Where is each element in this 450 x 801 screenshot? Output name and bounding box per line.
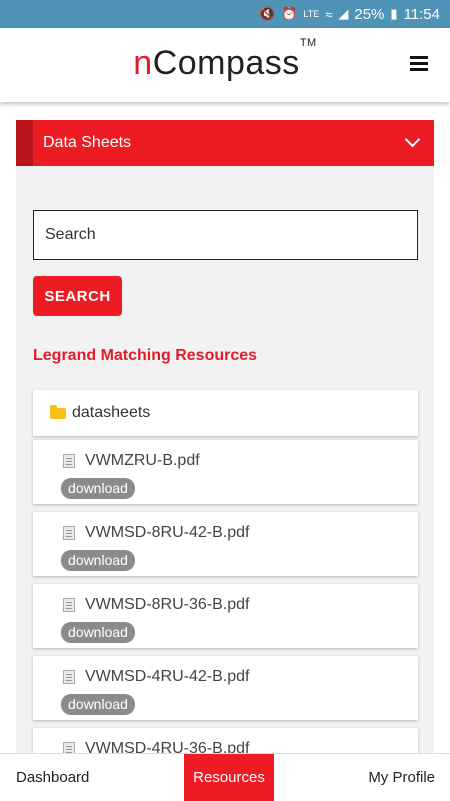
search-input[interactable] [33,210,418,260]
file-item: VWMZRU-B.pdf download [33,440,418,504]
file-item: VWMSD-8RU-42-B.pdf download [33,512,418,576]
file-name[interactable]: VWMZRU-B.pdf [85,452,200,470]
file-item: VWMSD-8RU-36-B.pdf download [33,584,418,648]
download-button[interactable]: download [61,550,135,571]
battery-percent: 25% [354,5,385,23]
download-button[interactable]: download [61,622,135,643]
pdf-file-icon [63,526,75,540]
accordion-title: Data Sheets [43,134,132,151]
chevron-down-icon[interactable] [404,131,421,148]
search-button[interactable]: SEARCH [33,276,122,316]
wifi-icon: ≈ [325,6,333,22]
clock: 11:54 [403,5,440,23]
alarm-icon: ⏰ [281,6,298,21]
pdf-file-icon [63,670,75,684]
folder-icon [50,404,66,419]
mute-icon: 🔇 [259,6,276,21]
pdf-file-icon [63,454,75,468]
file-name[interactable]: VWMSD-8RU-36-B.pdf [85,596,249,614]
bottom-navigation: Dashboard Resources My Profile [0,753,450,801]
battery-icon: ▮ [390,6,398,21]
nav-dashboard[interactable]: Dashboard [16,754,89,801]
file-name[interactable]: VWMSD-8RU-42-B.pdf [85,524,249,542]
network-type: LTE [303,9,320,19]
pdf-file-icon [63,598,75,612]
hamburger-icon[interactable] [410,56,428,71]
app-logo: nCompassTM [133,36,317,82]
section-title: Legrand Matching Resources [33,347,258,364]
nav-my-profile[interactable]: My Profile [368,754,435,801]
status-bar: 🔇 ⏰ LTE ≈ ◢ 25% ▮ 11:54 [0,0,450,28]
folder-row[interactable]: datasheets [33,390,418,436]
file-name[interactable]: VWMSD-4RU-42-B.pdf [85,668,249,686]
file-item: VWMSD-4RU-42-B.pdf download [33,656,418,720]
nav-resources[interactable]: Resources [184,754,274,801]
folder-name: datasheets [72,404,151,421]
resources-panel: Data Sheets SEARCH Legrand Matching Reso… [16,120,434,760]
download-button[interactable]: download [61,694,135,715]
download-button[interactable]: download [61,478,135,499]
signal-icon: ◢ [338,6,349,21]
app-header: nCompassTM [0,28,450,102]
data-sheets-accordion[interactable]: Data Sheets [16,120,434,166]
